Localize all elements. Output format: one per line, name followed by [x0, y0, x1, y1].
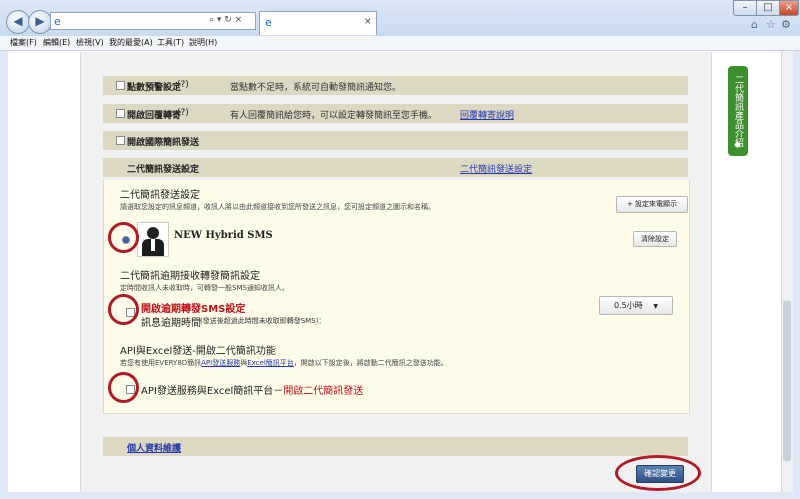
scrollbar-thumb[interactable]	[783, 301, 791, 461]
expire-time-select[interactable]: 0.5小時 ▼	[599, 296, 673, 315]
gen2-header-label: 二代簡訊發送設定	[127, 165, 200, 175]
channel-name: NEW Hybrid SMS	[174, 230, 273, 241]
alert-setting-desc: 當點數不足時，系統可自動發簡訊通知您。	[230, 83, 402, 93]
side-tab-label: 二代簡訊產品介紹	[733, 75, 743, 147]
alert-setting-checkbox[interactable]	[116, 81, 125, 90]
tag-icon: ◆	[734, 140, 741, 150]
api-gen2-label: API發送服務與Excel簡訊平台－開啟二代簡訊發送	[141, 382, 363, 397]
excel-platform-link[interactable]: Excel簡訊平台	[247, 359, 294, 367]
set-caller-display-button[interactable]: + 設定來電顯示	[616, 196, 688, 213]
highlight-ring-confirm	[615, 455, 701, 491]
menu-view[interactable]: 檢視(V)	[76, 37, 104, 48]
api-gen2-label-main: API發送服務與Excel簡訊平台－	[141, 386, 284, 397]
home-icon[interactable]: ⌂	[751, 18, 758, 31]
expire-time-label: 訊息逾期時間	[141, 318, 201, 329]
menu-file[interactable]: 檔案(F)	[10, 37, 37, 48]
api-panel-title: API與Excel發送-開啟二代簡訊功能	[120, 346, 276, 357]
expire-panel-desc: 定時間收訊人未收取時，可轉發一般SMS通知收訊人。	[120, 284, 289, 292]
reply-forward-checkbox[interactable]	[116, 109, 125, 118]
gear-icon[interactable]: ⚙	[781, 18, 791, 31]
favorites-star-icon[interactable]: ☆	[766, 18, 776, 31]
menu-bar: 檔案(F) 編輯(E) 檢視(V) 我的最愛(A) 工具(T) 說明(H)	[0, 36, 800, 51]
maximize-button[interactable]: □	[756, 0, 780, 16]
alert-setting-help[interactable]: (?)	[177, 80, 189, 90]
gen2-header-bar: 二代簡訊發送設定 二代簡訊發送設定	[103, 158, 688, 177]
reply-forward-bar: 開啟回覆轉寄 (?) 有人回覆簡訊給您時，可以設定轉發簡訊至您手機。 回覆轉寄說…	[103, 104, 688, 123]
intl-sms-bar: 開啟國際簡訊發送	[103, 131, 688, 150]
browser-tab[interactable]: e ×	[259, 11, 377, 35]
vertical-scrollbar[interactable]	[781, 51, 793, 492]
clear-settings-button[interactable]: 清除設定	[633, 231, 677, 247]
close-window-button[interactable]: ×	[779, 0, 799, 16]
reply-forward-label: 開啟回覆轉寄	[127, 111, 182, 121]
reply-forward-help[interactable]: (?)	[177, 108, 189, 118]
alert-setting-label: 點數預警設定	[127, 83, 182, 93]
gen2-settings-link[interactable]: 二代簡訊發送設定	[460, 162, 532, 175]
menu-favorites[interactable]: 我的最愛(A)	[109, 37, 153, 48]
api-panel: API與Excel發送-開啟二代簡訊功能 若您有使用EVERY8D簡訊API發送…	[103, 338, 690, 414]
gen2-panel-desc: 請選取您設定的訊息頻道，收訊人將以由此頻道接收到您所發送之訊息，您可設定頻道之圖…	[120, 203, 435, 211]
highlight-ring-api	[108, 372, 139, 403]
address-bar[interactable]: e ⌕ ▾ ↻ ×	[50, 12, 256, 30]
menu-tools[interactable]: 工具(T)	[157, 37, 184, 48]
api-gen2-label-red: 開啟二代簡訊發送	[283, 386, 364, 397]
api-service-link[interactable]: API發送服務	[201, 359, 240, 367]
chevron-down-icon: ▼	[653, 303, 658, 310]
back-button[interactable]: ◀	[6, 10, 30, 34]
reply-forward-desc: 有人回覆簡訊給您時，可以設定轉發簡訊至您手機。	[230, 111, 438, 121]
api-desc-prefix: 若您有使用EVERY8D簡訊	[120, 359, 202, 367]
ie-page-icon: e	[54, 15, 61, 28]
profile-bar: 個人資料維護	[103, 437, 688, 456]
profile-maintenance-link[interactable]: 個人資料維護	[127, 441, 181, 454]
channel-avatar	[137, 222, 169, 257]
expire-time-note: (發送後超過此時間未收取即轉發SMS)：	[200, 317, 326, 325]
address-bar-icons[interactable]: ⌕ ▾ ↻ ×	[209, 15, 242, 25]
forward-button[interactable]: ▶	[28, 10, 52, 34]
tab-ie-icon: e	[265, 16, 272, 29]
alert-setting-bar: 點數預警設定 (?) 當點數不足時，系統可自動發簡訊通知您。	[103, 76, 688, 95]
api-panel-desc: 若您有使用EVERY8D簡訊API發送服務與Excel簡訊平台，開啟以下設定後，…	[120, 358, 448, 368]
api-desc-suffix: ，開啟以下設定後，將啟動二代簡訊之發送功能。	[293, 359, 448, 367]
expire-panel: 二代簡訊逾期接收轉發簡訊設定 定時間收訊人未收取時，可轉發一般SMS通知收訊人。…	[103, 264, 690, 339]
highlight-ring-radio	[108, 222, 139, 253]
minimize-button[interactable]: –	[733, 0, 757, 16]
expire-time-value: 0.5小時	[614, 301, 643, 310]
reply-forward-help-link[interactable]: 回覆轉寄說明	[460, 108, 514, 121]
expire-forward-label: 開啟逾期轉發SMS設定	[141, 304, 246, 315]
gen2-panel-title: 二代簡訊發送設定	[120, 190, 200, 201]
intl-sms-checkbox[interactable]	[116, 136, 125, 145]
highlight-ring-expire	[108, 294, 139, 325]
menu-help[interactable]: 說明(H)	[189, 37, 217, 48]
gen2-panel: 二代簡訊發送設定 請選取您設定的訊息頻道，收訊人將以由此頻道接收到您所發送之訊息…	[103, 180, 690, 265]
menu-edit[interactable]: 編輯(E)	[43, 37, 70, 48]
expire-panel-title: 二代簡訊逾期接收轉發簡訊設定	[120, 271, 260, 282]
tab-close-icon[interactable]: ×	[364, 17, 372, 27]
intl-sms-label: 開啟國際簡訊發送	[127, 138, 200, 148]
